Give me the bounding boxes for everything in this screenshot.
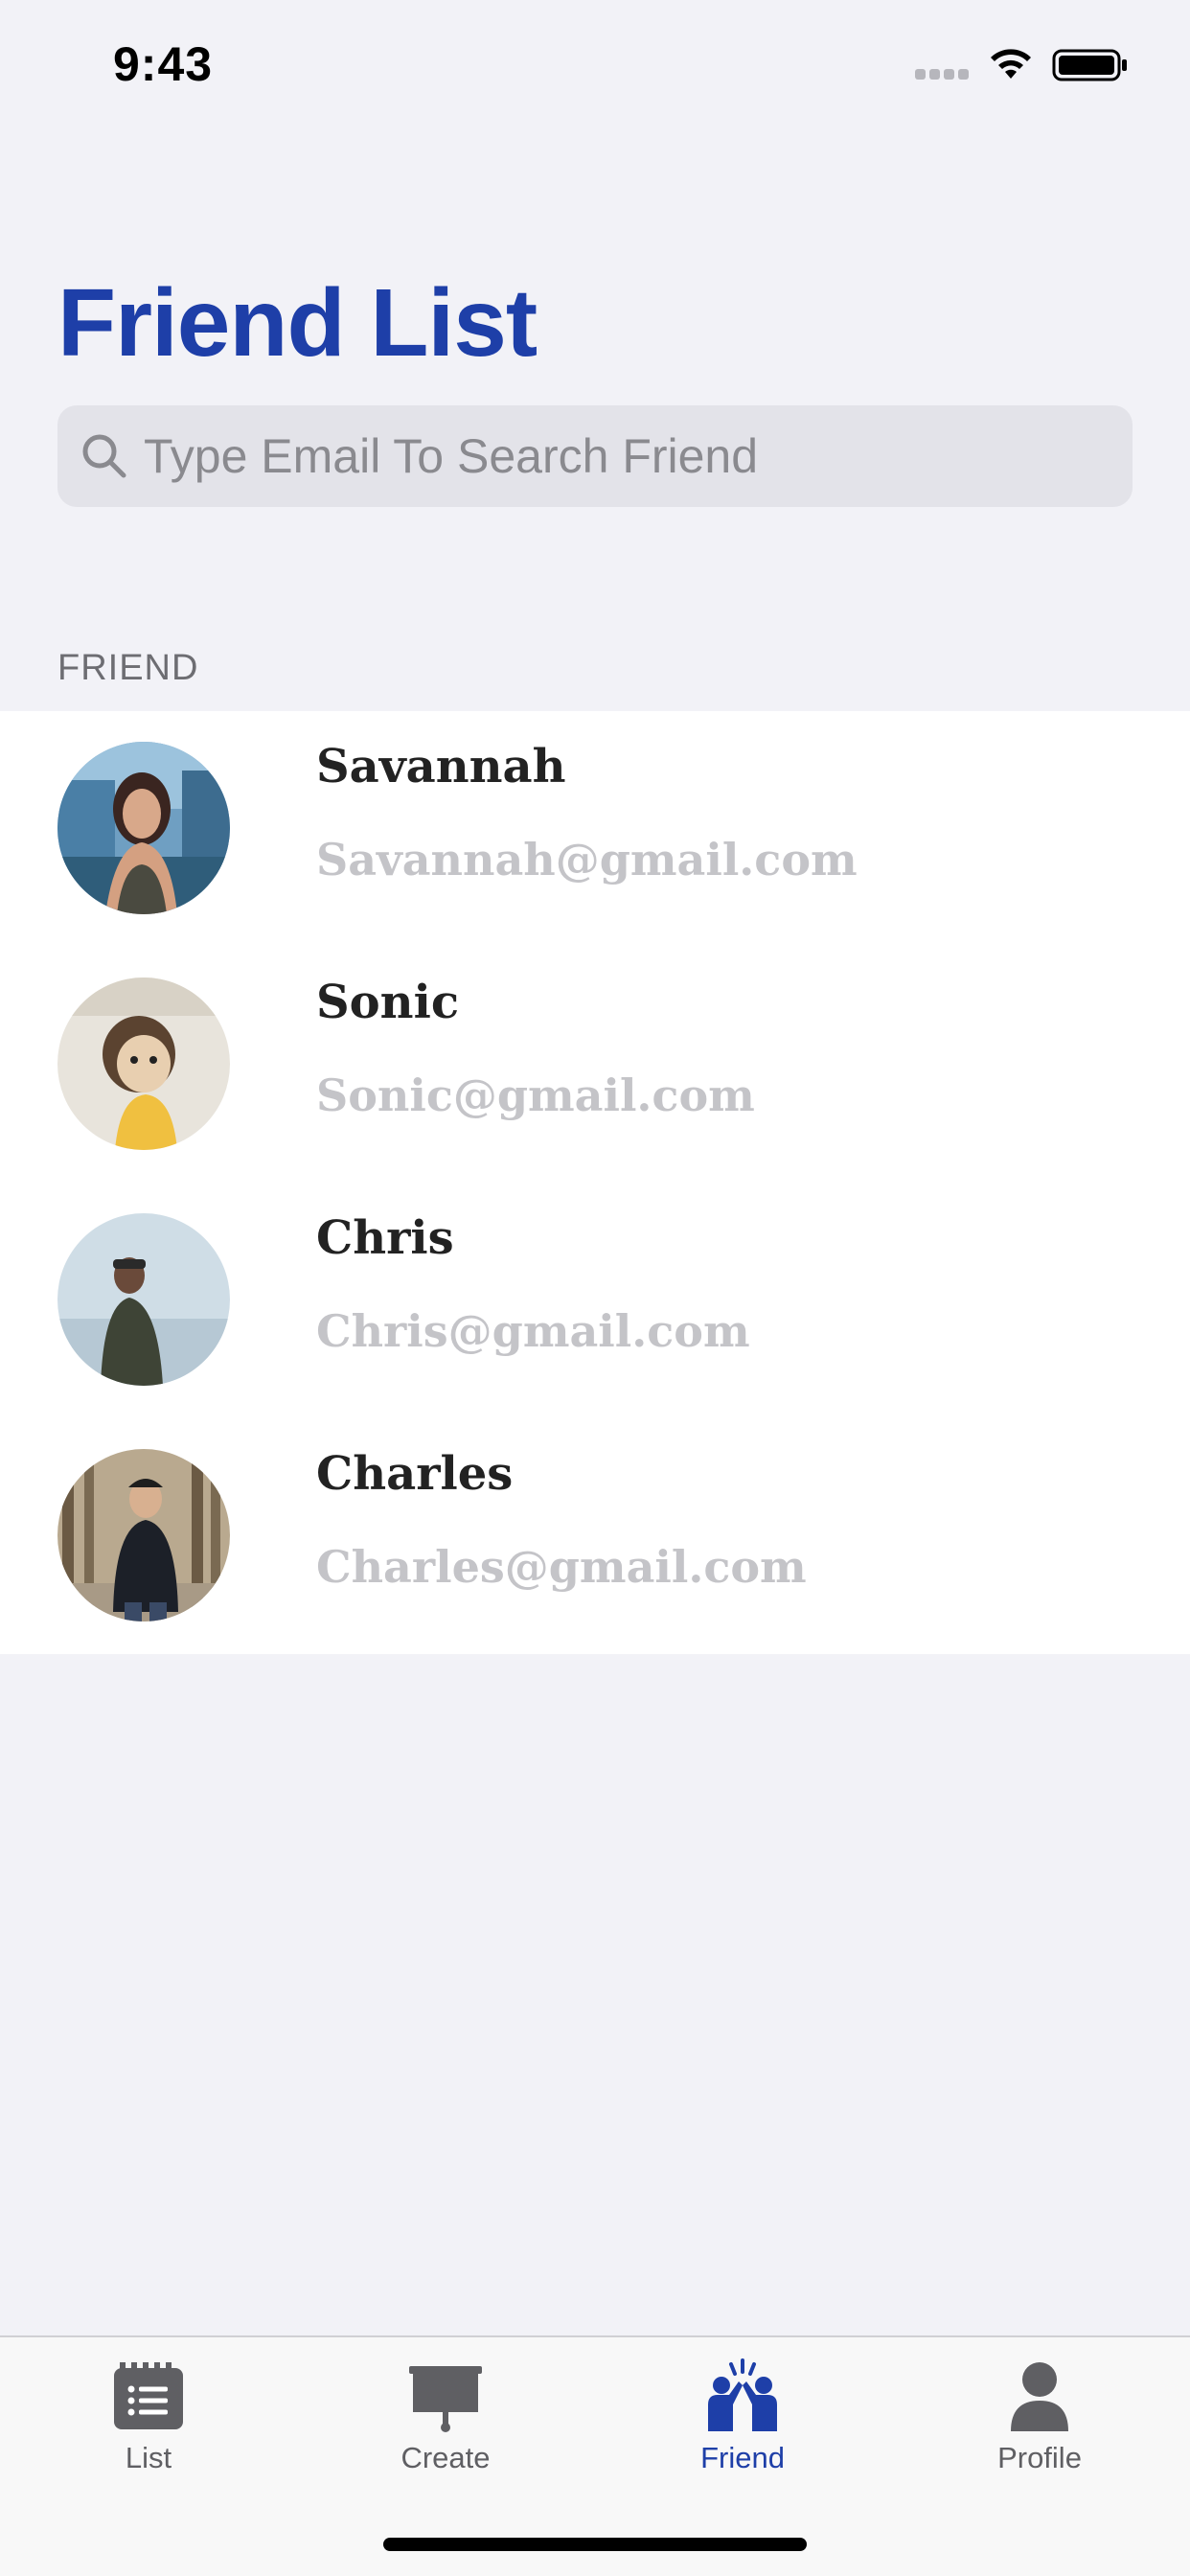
tab-label: Create	[400, 2441, 491, 2474]
friend-email: Sonic@gmail.com	[316, 1070, 755, 1121]
status-time: 9:43	[113, 37, 214, 91]
presentation-board-icon	[409, 2366, 482, 2432]
tab-label: List	[125, 2441, 172, 2474]
search-icon	[82, 434, 126, 478]
battery-icon	[1052, 49, 1127, 81]
page-title: Friend List	[57, 269, 538, 377]
wifi-icon	[991, 49, 1031, 79]
list-icon	[114, 2362, 183, 2429]
avatar	[57, 978, 230, 1150]
avatar	[57, 1449, 230, 1622]
friend-name: Chris	[316, 1211, 454, 1265]
avatar	[57, 742, 230, 914]
friend-name: Savannah	[316, 740, 566, 794]
friend-list: Savannah Savannah@gmail.com Sonic Sonic@…	[0, 711, 1190, 1654]
search-bar[interactable]	[57, 405, 1133, 507]
section-header: FRIEND	[57, 648, 199, 688]
home-indicator[interactable]	[383, 2538, 807, 2551]
friend-row-sonic[interactable]: Sonic Sonic@gmail.com	[0, 947, 1190, 1183]
friend-name: Charles	[316, 1447, 514, 1501]
friend-row-chris[interactable]: Chris Chris@gmail.com	[0, 1183, 1190, 1418]
friend-email: Chris@gmail.com	[316, 1305, 750, 1357]
profile-icon	[1011, 2362, 1068, 2431]
friend-row-savannah[interactable]: Savannah Savannah@gmail.com	[0, 711, 1190, 947]
friends-icon	[708, 2358, 777, 2431]
tab-list[interactable]: List	[0, 2337, 297, 2500]
search-input[interactable]	[144, 405, 1111, 507]
status-bar: 9:43	[0, 0, 1190, 134]
friend-email: Charles@gmail.com	[316, 1541, 807, 1593]
friend-name: Sonic	[316, 976, 460, 1029]
tab-create[interactable]: Create	[297, 2337, 594, 2500]
tab-label: Friend	[700, 2441, 785, 2474]
avatar	[57, 1213, 230, 1386]
friend-row-charles[interactable]: Charles Charles@gmail.com	[0, 1418, 1190, 1654]
friend-email: Savannah@gmail.com	[316, 834, 858, 886]
cellular-signal-icon	[915, 69, 973, 80]
tab-label: Profile	[997, 2441, 1082, 2474]
tab-profile[interactable]: Profile	[891, 2337, 1188, 2500]
tab-friend[interactable]: Friend	[594, 2337, 891, 2500]
